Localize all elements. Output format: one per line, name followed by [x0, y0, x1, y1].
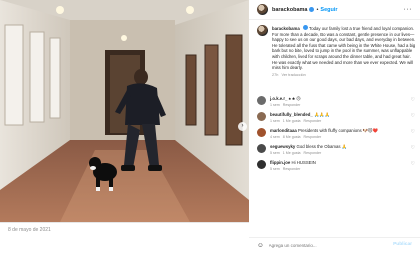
- commenter-avatar[interactable]: [257, 128, 266, 137]
- post-sidebar: barackobama • Seguir ··· barackobama Tod…: [249, 0, 420, 253]
- commenter-avatar[interactable]: [257, 160, 266, 169]
- commenter-avatar[interactable]: [257, 96, 266, 105]
- caption-meta: 27h Ver traducción: [272, 72, 306, 77]
- commenter-handle[interactable]: beautifully_blended_: [270, 112, 313, 117]
- comment-text: 🙏🙏🙏: [313, 112, 331, 117]
- comment-text: God bless the Obamas 🙏: [296, 144, 348, 149]
- commenter-avatar[interactable]: [257, 144, 266, 153]
- caption-text: barackobama Today our family lost a true…: [272, 25, 417, 71]
- publish-button[interactable]: Publicar: [393, 242, 412, 247]
- post-header: barackobama • Seguir ···: [249, 0, 420, 20]
- caption-body: Today our family lost a true friend and …: [272, 26, 416, 71]
- comment-meta[interactable]: 5 sem 1 Me gusta Responder: [270, 151, 400, 155]
- comment-text: Presidents with fluffy companions 🐶😻❤️: [297, 128, 379, 133]
- verified-badge-icon: [309, 7, 315, 12]
- comment-item: j.o.k.e.r_ ♠ ♣ 😢 1 sem Responder ♡: [257, 96, 415, 107]
- next-image-button[interactable]: ›: [238, 122, 247, 131]
- post-footer: 8 de mayo de 2021: [0, 222, 249, 253]
- commenter-handle[interactable]: seguewsyky: [270, 144, 295, 149]
- follow-button[interactable]: Seguir: [320, 7, 337, 13]
- like-heart-icon[interactable]: ♡: [411, 129, 415, 135]
- caption-avatar[interactable]: [257, 25, 268, 36]
- commenter-avatar[interactable]: [257, 112, 266, 121]
- comment-item: flippin.joe Hi HUSSEIN 5 sem Responder ♡: [257, 160, 415, 171]
- separator-dot: •: [316, 6, 319, 13]
- verified-badge-icon: [302, 25, 308, 30]
- commenter-handle[interactable]: j.o.k.e.r_ ♠ ♣: [270, 96, 295, 101]
- comments-list: j.o.k.e.r_ ♠ ♣ 😢 1 sem Responder ♡ beaut…: [257, 96, 415, 176]
- comment-text: 😢: [296, 96, 301, 101]
- post-date: 8 de mayo de 2021: [8, 227, 51, 233]
- comment-item: beautifully_blended_ 🙏🙏🙏 1 sem 1 Me gust…: [257, 112, 415, 123]
- avatar[interactable]: [257, 4, 268, 15]
- instagram-post: › 8 de mayo de 2021 barackobama • Seguir…: [0, 0, 420, 253]
- add-comment-bar: ☺ Publicar: [249, 237, 420, 253]
- comment-meta[interactable]: 1 sem Responder: [270, 103, 400, 107]
- post-caption: barackobama Today our family lost a true…: [257, 25, 417, 77]
- post-photo[interactable]: ›: [0, 0, 249, 222]
- comment-meta[interactable]: 1 sem 1 Me gusta Responder: [270, 119, 400, 123]
- more-options-icon[interactable]: ···: [404, 6, 413, 13]
- like-heart-icon[interactable]: ♡: [411, 161, 415, 167]
- like-heart-icon[interactable]: ♡: [411, 145, 415, 151]
- post-image: [0, 0, 249, 222]
- like-heart-icon[interactable]: ♡: [411, 97, 415, 103]
- like-heart-icon[interactable]: ♡: [411, 113, 415, 119]
- account-handle[interactable]: barackobama: [272, 7, 307, 13]
- comment-item: seguewsyky God bless the Obamas 🙏 5 sem …: [257, 144, 415, 155]
- commenter-handle[interactable]: marlonditaaa: [270, 128, 297, 133]
- caption-handle[interactable]: barackobama: [272, 26, 300, 31]
- comment-text: Hi HUSSEIN: [291, 160, 316, 165]
- commenter-handle[interactable]: flippin.joe: [270, 160, 290, 165]
- comment-input[interactable]: [268, 243, 369, 248]
- comment-item: marlonditaaa Presidents with fluffy comp…: [257, 128, 415, 139]
- comment-meta[interactable]: 4 sem 8 Me gusta Responder: [270, 135, 400, 139]
- comment-meta[interactable]: 5 sem Responder: [270, 167, 400, 171]
- emoji-icon[interactable]: ☺: [257, 242, 264, 249]
